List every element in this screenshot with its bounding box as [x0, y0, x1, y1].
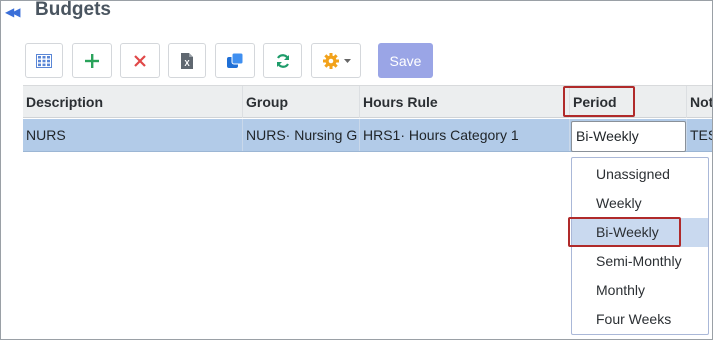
period-header-highlight [563, 86, 635, 117]
column-header-group[interactable]: Group [243, 86, 360, 118]
dropdown-option-weekly[interactable]: Weekly [572, 189, 708, 218]
excel-icon: X [180, 52, 194, 70]
grid-view-button[interactable] [25, 43, 63, 78]
cell-description: NURS [23, 119, 243, 151]
dropdown-option-semi-monthly[interactable]: Semi-Monthly [572, 247, 708, 276]
plus-icon [85, 53, 99, 68]
period-select-input[interactable]: Bi-Weekly [571, 121, 686, 152]
column-header-description[interactable]: Description [23, 86, 243, 118]
svg-text:X: X [184, 59, 190, 68]
budgets-panel: ◀◀ Budgets X Save Description Group Hour… [0, 0, 713, 340]
double-chevron-left-icon[interactable]: ◀◀ [5, 5, 21, 19]
dropdown-option-unassigned[interactable]: Unassigned [572, 160, 708, 189]
page-title: Budgets [35, 0, 111, 20]
dropdown-option-monthly[interactable]: Monthly [572, 276, 708, 305]
close-icon [134, 54, 146, 67]
cell-group: NURS· Nursing G [243, 119, 360, 151]
cell-notes: TES [690, 127, 712, 143]
copy-icon [226, 52, 244, 70]
copy-button[interactable] [215, 43, 255, 78]
column-header-hours-rule[interactable]: Hours Rule [360, 86, 570, 118]
grid-icon [36, 53, 52, 68]
settings-menu-button[interactable] [311, 43, 361, 78]
selected-option-highlight [568, 217, 681, 247]
save-button[interactable]: Save [378, 43, 433, 78]
refresh-button[interactable] [263, 43, 302, 78]
panel-header: ◀◀ Budgets [1, 1, 712, 33]
caret-down-icon [343, 58, 351, 63]
cell-hours-rule: HRS1· Hours Category 1 [360, 119, 570, 151]
export-excel-button[interactable]: X [168, 43, 206, 78]
column-header-notes[interactable]: Not [687, 86, 712, 118]
delete-button[interactable] [120, 43, 160, 78]
dropdown-option-four-weeks[interactable]: Four Weeks [572, 305, 708, 334]
refresh-icon [275, 53, 291, 69]
gear-icon [322, 52, 340, 70]
add-button[interactable] [72, 43, 112, 78]
